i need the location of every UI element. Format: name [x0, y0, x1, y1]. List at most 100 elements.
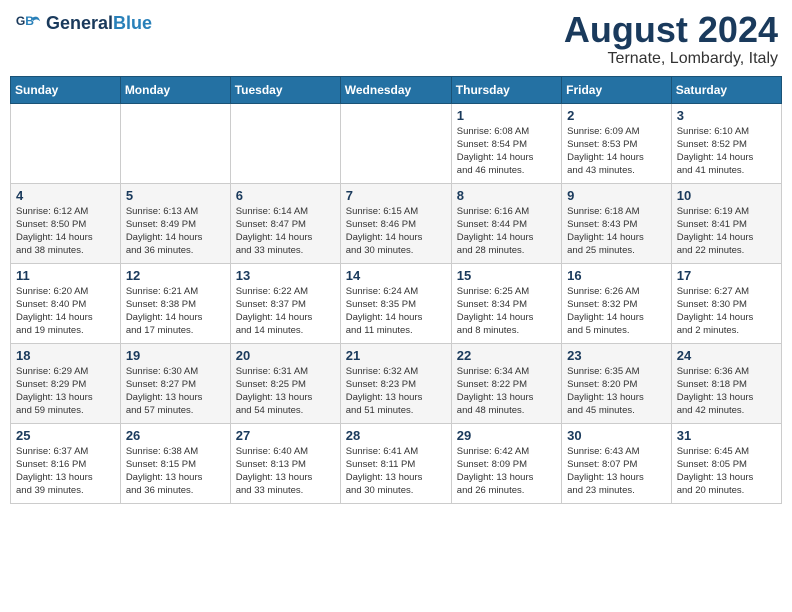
table-row: 11 Sunrise: 6:20 AMSunset: 8:40 PMDayligh…: [11, 263, 121, 343]
table-row: 22 Sunrise: 6:34 AMSunset: 8:22 PMDayligh…: [451, 343, 561, 423]
calendar-table: Sunday Monday Tuesday Wednesday Thursday…: [10, 76, 782, 504]
table-row: [120, 103, 230, 183]
table-row: 7Sunrise: 6:15 AMSunset: 8:46 PMDaylight…: [340, 183, 451, 263]
calendar-week-3: 18 Sunrise: 6:29 AMSunset: 8:29 PMDayligh…: [11, 343, 782, 423]
page-header: G B GeneralBlue August 2024 Ternate, Lom…: [10, 10, 782, 68]
day-number: 19: [126, 348, 225, 363]
table-row: 10Sunrise: 6:19 AMSunset: 8:41 PMDayligh…: [671, 183, 781, 263]
day-number: 20: [236, 348, 335, 363]
day-info: Sunrise: 6:14 AMSunset: 8:47 PMDaylight:…: [236, 205, 335, 258]
table-row: 2Sunrise: 6:09 AMSunset: 8:53 PMDaylight…: [562, 103, 672, 183]
day-info: Sunrise: 6:37 AMSunset: 8:16 PMDaylight:…: [16, 445, 115, 498]
day-info: Sunrise: 6:45 AMSunset: 8:05 PMDaylight:…: [677, 445, 776, 498]
calendar-subtitle: Ternate, Lombardy, Italy: [564, 50, 778, 68]
table-row: 9 Sunrise: 6:18 AMSunset: 8:43 PMDaylight…: [562, 183, 672, 263]
day-info: Sunrise: 6:10 AMSunset: 8:52 PMDaylight:…: [677, 125, 776, 178]
header-tuesday: Tuesday: [230, 76, 340, 103]
table-row: 16Sunrise: 6:26 AMSunset: 8:32 PMDayligh…: [562, 263, 672, 343]
day-number: 9: [567, 188, 666, 203]
logo: G B GeneralBlue: [14, 10, 152, 38]
title-block: August 2024 Ternate, Lombardy, Italy: [564, 10, 778, 68]
day-info: Sunrise: 6:42 AMSunset: 8:09 PMDaylight:…: [457, 445, 556, 498]
table-row: [11, 103, 121, 183]
day-info: Sunrise: 6:12 AMSunset: 8:50 PMDaylight:…: [16, 205, 115, 258]
day-number: 21: [346, 348, 446, 363]
table-row: 26 Sunrise: 6:38 AMSunset: 8:15 PMDayligh…: [120, 423, 230, 503]
day-number: 28: [346, 428, 446, 443]
day-info: Sunrise: 6:34 AMSunset: 8:22 PMDaylight:…: [457, 365, 556, 418]
day-number: 27: [236, 428, 335, 443]
table-row: 27 Sunrise: 6:40 AMSunset: 8:13 PMDayligh…: [230, 423, 340, 503]
day-number: 5: [126, 188, 225, 203]
table-row: 6 Sunrise: 6:14 AMSunset: 8:47 PMDaylight…: [230, 183, 340, 263]
table-row: 3 Sunrise: 6:10 AMSunset: 8:52 PMDaylight…: [671, 103, 781, 183]
day-number: 29: [457, 428, 556, 443]
header-wednesday: Wednesday: [340, 76, 451, 103]
table-row: 13 Sunrise: 6:22 AMSunset: 8:37 PMDayligh…: [230, 263, 340, 343]
day-number: 18: [16, 348, 115, 363]
day-info: Sunrise: 6:36 AMSunset: 8:18 PMDaylight:…: [677, 365, 776, 418]
day-number: 2: [567, 108, 666, 123]
table-row: 15 Sunrise: 6:25 AMSunset: 8:34 PMDayligh…: [451, 263, 561, 343]
day-number: 1: [457, 108, 556, 123]
day-info: Sunrise: 6:25 AMSunset: 8:34 PMDaylight:…: [457, 285, 556, 338]
calendar-title: August 2024: [564, 10, 778, 50]
calendar-week-1: 4 Sunrise: 6:12 AMSunset: 8:50 PMDaylight…: [11, 183, 782, 263]
calendar-week-4: 25 Sunrise: 6:37 AMSunset: 8:16 PMDayligh…: [11, 423, 782, 503]
day-number: 11: [16, 268, 115, 283]
day-info: Sunrise: 6:30 AMSunset: 8:27 PMDaylight:…: [126, 365, 225, 418]
day-info: Sunrise: 6:38 AMSunset: 8:15 PMDaylight:…: [126, 445, 225, 498]
header-friday: Friday: [562, 76, 672, 103]
day-number: 23: [567, 348, 666, 363]
day-number: 4: [16, 188, 115, 203]
day-info: Sunrise: 6:18 AMSunset: 8:43 PMDaylight:…: [567, 205, 666, 258]
day-number: 14: [346, 268, 446, 283]
day-info: Sunrise: 6:40 AMSunset: 8:13 PMDaylight:…: [236, 445, 335, 498]
day-info: Sunrise: 6:16 AMSunset: 8:44 PMDaylight:…: [457, 205, 556, 258]
day-number: 6: [236, 188, 335, 203]
header-sunday: Sunday: [11, 76, 121, 103]
day-number: 26: [126, 428, 225, 443]
table-row: 1 Sunrise: 6:08 AMSunset: 8:54 PMDaylight…: [451, 103, 561, 183]
day-info: Sunrise: 6:08 AMSunset: 8:54 PMDaylight:…: [457, 125, 556, 178]
day-number: 24: [677, 348, 776, 363]
day-info: Sunrise: 6:22 AMSunset: 8:37 PMDaylight:…: [236, 285, 335, 338]
day-info: Sunrise: 6:29 AMSunset: 8:29 PMDaylight:…: [16, 365, 115, 418]
day-info: Sunrise: 6:13 AMSunset: 8:49 PMDaylight:…: [126, 205, 225, 258]
day-info: Sunrise: 6:27 AMSunset: 8:30 PMDaylight:…: [677, 285, 776, 338]
table-row: 4 Sunrise: 6:12 AMSunset: 8:50 PMDaylight…: [11, 183, 121, 263]
table-row: 30Sunrise: 6:43 AMSunset: 8:07 PMDayligh…: [562, 423, 672, 503]
day-info: Sunrise: 6:21 AMSunset: 8:38 PMDaylight:…: [126, 285, 225, 338]
day-number: 31: [677, 428, 776, 443]
table-row: 18 Sunrise: 6:29 AMSunset: 8:29 PMDayligh…: [11, 343, 121, 423]
table-row: 14 Sunrise: 6:24 AMSunset: 8:35 PMDayligh…: [340, 263, 451, 343]
day-info: Sunrise: 6:41 AMSunset: 8:11 PMDaylight:…: [346, 445, 446, 498]
table-row: [230, 103, 340, 183]
day-info: Sunrise: 6:26 AMSunset: 8:32 PMDaylight:…: [567, 285, 666, 338]
table-row: 17 Sunrise: 6:27 AMSunset: 8:30 PMDayligh…: [671, 263, 781, 343]
day-info: Sunrise: 6:32 AMSunset: 8:23 PMDaylight:…: [346, 365, 446, 418]
table-row: 23 Sunrise: 6:35 AMSunset: 8:20 PMDayligh…: [562, 343, 672, 423]
header-monday: Monday: [120, 76, 230, 103]
header-thursday: Thursday: [451, 76, 561, 103]
day-number: 3: [677, 108, 776, 123]
day-number: 25: [16, 428, 115, 443]
day-info: Sunrise: 6:43 AMSunset: 8:07 PMDaylight:…: [567, 445, 666, 498]
table-row: 28 Sunrise: 6:41 AMSunset: 8:11 PMDayligh…: [340, 423, 451, 503]
table-row: 25 Sunrise: 6:37 AMSunset: 8:16 PMDayligh…: [11, 423, 121, 503]
table-row: 12 Sunrise: 6:21 AMSunset: 8:38 PMDayligh…: [120, 263, 230, 343]
table-row: 29 Sunrise: 6:42 AMSunset: 8:09 PMDayligh…: [451, 423, 561, 503]
day-number: 13: [236, 268, 335, 283]
day-info: Sunrise: 6:24 AMSunset: 8:35 PMDaylight:…: [346, 285, 446, 338]
day-number: 22: [457, 348, 556, 363]
logo-text-line1: GeneralBlue: [46, 14, 152, 34]
table-row: 5 Sunrise: 6:13 AMSunset: 8:49 PMDaylight…: [120, 183, 230, 263]
table-row: 21 Sunrise: 6:32 AMSunset: 8:23 PMDayligh…: [340, 343, 451, 423]
day-number: 15: [457, 268, 556, 283]
table-row: 19 Sunrise: 6:30 AMSunset: 8:27 PMDayligh…: [120, 343, 230, 423]
header-saturday: Saturday: [671, 76, 781, 103]
day-info: Sunrise: 6:20 AMSunset: 8:40 PMDaylight:…: [16, 285, 115, 338]
day-number: 12: [126, 268, 225, 283]
day-info: Sunrise: 6:35 AMSunset: 8:20 PMDaylight:…: [567, 365, 666, 418]
day-number: 17: [677, 268, 776, 283]
